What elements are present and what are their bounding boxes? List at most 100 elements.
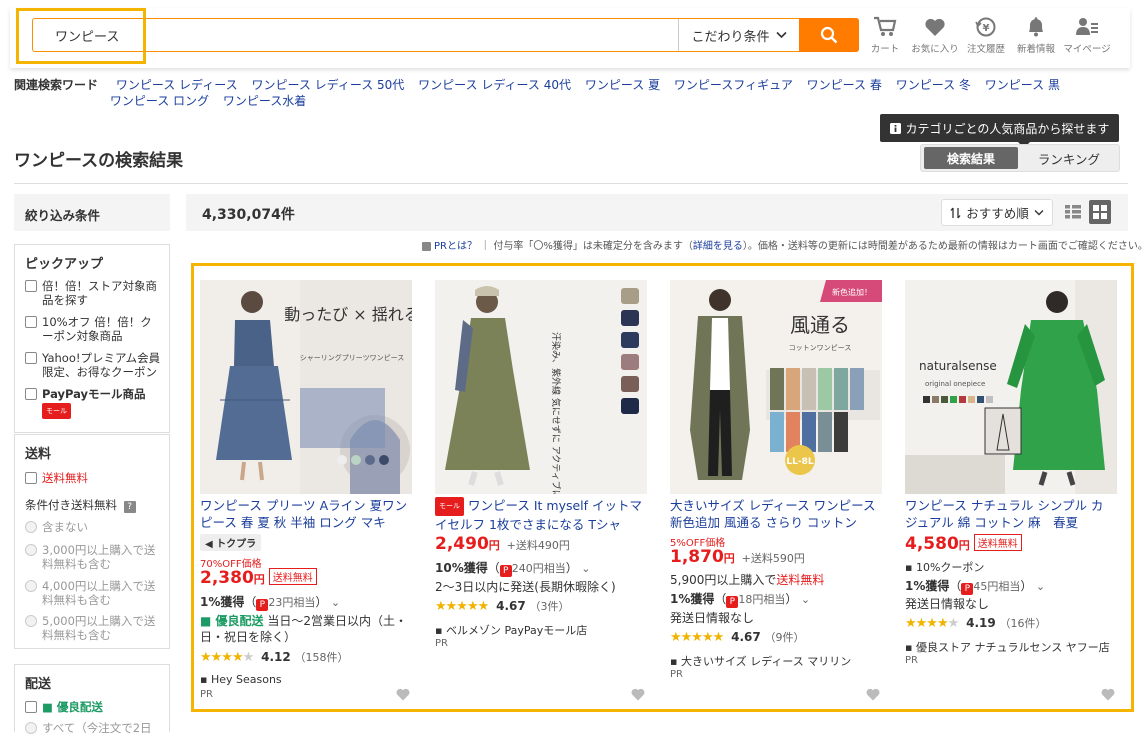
shipping-fee: +送料490円 xyxy=(506,539,570,552)
product-photo-2: 汗染み、紫外線 気にせずに アクティブになれる 夏ワンピ xyxy=(435,280,647,494)
pickup-checkbox[interactable]: Yahoo!プレミアム会員限定、お得なクーポン xyxy=(25,351,162,379)
checkbox-label: Yahoo!プレミアム会員限定、お得なクーポン xyxy=(42,351,161,379)
shipping-radio[interactable]: 含まない xyxy=(25,520,162,534)
checkbox[interactable] xyxy=(25,701,37,713)
radio[interactable] xyxy=(25,615,37,627)
badge-row: ◀ トクプラ xyxy=(200,534,262,551)
fast-delivery-label: ■ 優良配送 xyxy=(200,614,264,628)
pickup-checkbox[interactable]: 倍！倍！ストア対象商品を探す xyxy=(25,279,162,307)
product-image[interactable]: naturalsense original onepiece xyxy=(905,280,1117,494)
related-link[interactable]: ワンピース レディース xyxy=(116,78,238,92)
page-title: ワンピースの検索結果 xyxy=(14,151,184,171)
chevron-down-icon[interactable]: ⌄ xyxy=(578,562,590,575)
rating-row: ★★★★★ 4.12 （158件） xyxy=(200,649,349,665)
favorite-heart-icon[interactable] xyxy=(1101,688,1115,701)
product-title[interactable]: ワンピース ナチュラル シンプル カジュアル 綿 コットン 麻 春夏 春… xyxy=(905,497,1115,531)
product-card[interactable]: naturalsense original onepiece ワンピース ナチュ… xyxy=(905,280,1117,705)
ranking-tooltip: カテゴリごとの人気商品から探せます xyxy=(880,114,1119,148)
rating-value: 4.12 xyxy=(261,650,291,664)
chevron-down-icon[interactable]: ⌄ xyxy=(327,596,340,609)
product-card[interactable]: 汗染み、紫外線 気にせずに アクティブになれる 夏ワンピ モール ワンピース I… xyxy=(435,280,647,705)
checkbox-label: 倍！倍！ストア対象商品を探す xyxy=(42,279,157,307)
product-image[interactable]: 新色追加！ 風通る コットンワンピース LL-8L xyxy=(670,280,882,494)
radio[interactable] xyxy=(25,722,37,734)
condition-dropdown[interactable]: こだわり条件 xyxy=(678,19,799,51)
pr-link[interactable]: PRとは？ xyxy=(434,241,477,252)
related-link[interactable]: ワンピース ロング xyxy=(110,94,209,108)
radio-label: すべて（今注文で2日 xyxy=(42,721,152,735)
product-title[interactable]: 大きいサイズ レディース ワンピース 新色追加 風通る さらり コットン10… xyxy=(670,497,880,531)
shipping-radio[interactable]: 4,000円以上購入で送料無料も含む xyxy=(25,579,162,607)
product-image[interactable]: 汗染み、紫外線 気にせずに アクティブになれる 夏ワンピ xyxy=(435,280,647,494)
pr-label: PR xyxy=(670,669,683,680)
chevron-down-icon[interactable]: ⌄ xyxy=(797,593,810,606)
search-button[interactable] xyxy=(799,18,859,52)
checkbox[interactable] xyxy=(25,388,37,400)
product-card[interactable]: 動ったび × 揺れる シャーリングプリーツワンピース ワンピース プリーツ Aラ… xyxy=(200,280,412,705)
tab-search-results[interactable]: 検索結果 xyxy=(924,147,1018,169)
news-link[interactable]: 新着情報 xyxy=(1009,16,1063,55)
related-link[interactable]: ワンピース 黒 xyxy=(985,78,1060,92)
product-title[interactable]: ワンピース It myself イットマイセルフ 1枚でさまになる Tシャツ… xyxy=(435,498,642,531)
pickup-checkbox[interactable]: 10%オフ 倍！倍！クーポン対象商品 xyxy=(25,315,162,343)
shipping-radio[interactable]: 5,000円以上購入で送料無料も含む xyxy=(25,614,162,642)
checkbox[interactable] xyxy=(25,316,37,328)
review-count[interactable]: （3件） xyxy=(530,600,570,613)
checkbox[interactable] xyxy=(25,280,37,292)
favorites-link[interactable]: お気に入り xyxy=(908,16,962,55)
related-link[interactable]: ワンピース 春 xyxy=(807,78,882,92)
radio[interactable] xyxy=(25,544,37,556)
cart-link[interactable]: カート xyxy=(858,16,912,55)
related-link[interactable]: ワンピース 夏 xyxy=(585,78,660,92)
chevron-down-icon[interactable]: ⌄ xyxy=(1032,580,1045,593)
grid-view-button[interactable] xyxy=(1089,200,1111,224)
product-card[interactable]: 新色追加！ 風通る コットンワンピース LL-8L 大きいサイズ レディース ワ… xyxy=(670,280,882,705)
store-name[interactable]: 優良ストア ナチュラルセンス ヤフー店 xyxy=(916,641,1110,654)
pickup-section: ピックアップ 倍！倍！ストア対象商品を探す 10%オフ 倍！倍！クーポン対象商品… xyxy=(14,244,170,433)
pickup-checkbox[interactable]: PayPayモール商品 モール xyxy=(25,387,162,419)
product-image[interactable]: 動ったび × 揺れる シャーリングプリーツワンピース xyxy=(200,280,412,494)
review-count[interactable]: （9件） xyxy=(765,631,805,644)
coupon-row[interactable]: ▪ 10%クーポン xyxy=(905,559,984,575)
help-icon[interactable]: ? xyxy=(123,501,136,513)
favorite-heart-icon[interactable] xyxy=(396,688,410,701)
store-icon: ▪ xyxy=(670,655,681,668)
related-link[interactable]: ワンピース 冬 xyxy=(896,78,971,92)
delivery-checkbox[interactable]: ■ 優良配送 xyxy=(25,700,162,714)
search-icon xyxy=(820,26,838,44)
store-name[interactable]: ベルメゾン PayPayモール店 xyxy=(446,624,587,637)
mypage-link[interactable]: マイページ xyxy=(1060,16,1114,55)
tab-ranking[interactable]: ランキング xyxy=(1021,147,1117,169)
related-link[interactable]: ワンピース レディース 50代 xyxy=(251,78,404,92)
sort-dropdown[interactable]: おすすめ順 xyxy=(941,199,1053,226)
points-row: 10%獲得（ P 240円相当） ⌄ xyxy=(435,561,591,577)
store-row: ▪ 大きいサイズ レディース マリリン xyxy=(670,653,851,669)
review-count[interactable]: （16件） xyxy=(1000,617,1047,630)
checkbox[interactable] xyxy=(25,472,37,484)
pr-label: PR xyxy=(905,655,918,666)
pr-label: PR xyxy=(435,638,448,649)
related-link[interactable]: ワンピース水着 xyxy=(223,94,306,108)
related-link[interactable]: ワンピース レディース 40代 xyxy=(418,78,571,92)
shipping-radio[interactable]: 3,000円以上購入で送料無料も含む xyxy=(25,543,162,571)
delivery-radio[interactable]: すべて（今注文で2日 xyxy=(25,721,162,735)
heart-icon xyxy=(925,18,945,36)
review-count[interactable]: （158件） xyxy=(295,651,349,664)
favorite-heart-icon[interactable] xyxy=(866,688,880,701)
pickup-title: ピックアップ xyxy=(25,257,104,272)
radio[interactable] xyxy=(25,521,37,533)
store-name[interactable]: Hey Seasons xyxy=(211,673,282,686)
related-link[interactable]: ワンピースフィギュア xyxy=(674,78,793,92)
checkbox[interactable] xyxy=(25,352,37,364)
store-name[interactable]: 大きいサイズ レディース マリリン xyxy=(681,655,851,668)
order-history-link[interactable]: ¥ 注文履歴 xyxy=(959,16,1013,55)
search-input[interactable] xyxy=(33,19,678,51)
radio-label: 含まない xyxy=(42,520,88,534)
radio[interactable] xyxy=(25,580,37,592)
favorite-heart-icon[interactable] xyxy=(631,688,645,701)
free-shipping-checkbox[interactable]: 送料無料 xyxy=(25,471,162,485)
list-view-button[interactable] xyxy=(1062,200,1084,224)
details-link[interactable]: 詳細を見る xyxy=(693,241,743,252)
product-title[interactable]: ワンピース プリーツ Aライン 夏ワンピース 春 夏 秋 半袖 ロング マキシ… xyxy=(200,497,410,531)
store-row: ▪ Hey Seasons xyxy=(200,673,282,686)
